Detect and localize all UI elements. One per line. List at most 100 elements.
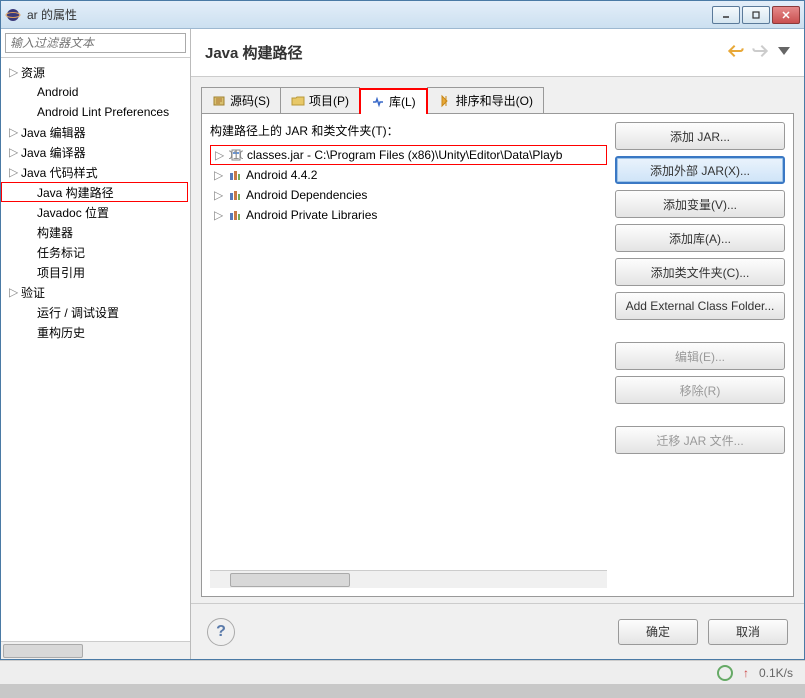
status-icon — [717, 665, 733, 681]
maximize-button[interactable] — [742, 6, 770, 24]
tree-item[interactable]: 重构历史 — [1, 322, 190, 342]
expand-icon[interactable]: ▷ — [214, 168, 224, 182]
tree-item-label: 运行 / 调试设置 — [37, 304, 119, 321]
expand-icon[interactable]: ▷ — [9, 65, 21, 79]
scroll-thumb[interactable] — [230, 573, 350, 587]
tab-icon — [212, 94, 226, 108]
tree-item[interactable]: 运行 / 调试设置 — [1, 302, 190, 322]
tree-item-label: Javadoc 位置 — [37, 204, 109, 221]
expand-icon[interactable]: ▷ — [214, 208, 224, 222]
speed-label: 0.1K/s — [759, 666, 793, 680]
tree-item[interactable]: 构建器 — [1, 222, 190, 242]
nav-arrows — [728, 43, 792, 59]
action-button[interactable]: 添加 JAR... — [615, 122, 785, 150]
tab[interactable]: 源码(S) — [201, 87, 281, 113]
scroll-thumb[interactable] — [3, 644, 83, 658]
tab-content: 构建路径上的 JAR 和类文件夹(T)： ▷010classes.jar - C… — [201, 113, 794, 597]
action-button: 编辑(E)... — [615, 342, 785, 370]
eclipse-icon — [5, 7, 21, 23]
tab-icon — [371, 95, 385, 109]
tree-item-label: Android — [37, 85, 78, 99]
ok-button[interactable]: 确定 — [618, 619, 698, 645]
tab[interactable]: 库(L) — [359, 88, 428, 114]
action-button: 移除(R) — [615, 376, 785, 404]
tab-label: 排序和导出(O) — [456, 92, 533, 109]
tree-item[interactable]: ▷Java 编译器 — [1, 142, 190, 162]
tree-item-label: Java 编译器 — [21, 144, 86, 161]
jar-icon: 010 — [229, 148, 243, 162]
main-content: 源码(S) 项目(P) 库(L) 排序和导出(O) 构建路径上的 JAR 和类文件夹(… — [191, 77, 804, 603]
jar-scrollbar[interactable] — [210, 570, 607, 588]
lib-icon — [228, 188, 242, 202]
button-column: 添加 JAR... 添加外部 JAR(X)... 添加变量(V)... 添加库(A).… — [615, 122, 785, 588]
window-buttons — [712, 6, 800, 24]
main-panel: Java 构建路径 源码(S) 项目(P) 库(L) 排序和导出(O) 构建路径上的 … — [191, 29, 804, 659]
expand-icon[interactable]: ▷ — [9, 165, 21, 179]
tab[interactable]: 排序和导出(O) — [427, 87, 544, 113]
upload-icon: ↑ — [743, 666, 749, 680]
filter-box — [1, 29, 190, 58]
jar-list-label: 构建路径上的 JAR 和类文件夹(T)： — [210, 122, 607, 139]
help-button[interactable]: ? — [207, 618, 235, 646]
tree-item[interactable]: ▷验证 — [1, 282, 190, 302]
tab-label: 源码(S) — [230, 92, 270, 109]
footer: ? 确定 取消 — [191, 603, 804, 659]
window: ar 的属性 ▷资源AndroidAndroid Lint Preference… — [0, 0, 805, 660]
lib-icon — [228, 208, 242, 222]
jar-label: Android Private Libraries — [246, 208, 377, 222]
expand-icon[interactable]: ▷ — [9, 145, 21, 159]
tab-icon — [291, 94, 305, 108]
sidebar-scrollbar[interactable] — [1, 641, 190, 659]
tree-item[interactable]: Javadoc 位置 — [1, 202, 190, 222]
titlebar[interactable]: ar 的属性 — [1, 1, 804, 29]
tree-item[interactable]: Java 构建路径 — [1, 182, 188, 202]
jar-row[interactable]: ▷010classes.jar - C:\Program Files (x86)… — [210, 145, 607, 165]
tab-label: 项目(P) — [309, 92, 349, 109]
lib-icon — [228, 168, 242, 182]
tree-item[interactable]: ▷资源 — [1, 62, 190, 82]
main-header: Java 构建路径 — [191, 29, 804, 77]
jar-tree[interactable]: ▷010classes.jar - C:\Program Files (x86)… — [210, 145, 607, 588]
sidebar-tree[interactable]: ▷资源AndroidAndroid Lint Preferences▷Java … — [1, 58, 190, 641]
tree-item[interactable]: ▷Java 编辑器 — [1, 122, 190, 142]
tree-item[interactable]: Android — [1, 82, 190, 102]
expand-icon[interactable]: ▷ — [215, 148, 225, 162]
expand-icon[interactable]: ▷ — [9, 125, 21, 139]
tree-item-label: Android Lint Preferences — [37, 105, 169, 119]
back-icon[interactable] — [728, 43, 744, 59]
filter-input[interactable] — [5, 33, 186, 53]
expand-icon[interactable]: ▷ — [9, 285, 21, 299]
minimize-button[interactable] — [712, 6, 740, 24]
jar-list-panel: 构建路径上的 JAR 和类文件夹(T)： ▷010classes.jar - C… — [210, 122, 607, 588]
close-button[interactable] — [772, 6, 800, 24]
jar-label: Android 4.4.2 — [246, 168, 317, 182]
action-button[interactable]: 添加类文件夹(C)... — [615, 258, 785, 286]
action-button[interactable]: 添加外部 JAR(X)... — [615, 156, 785, 184]
tree-item[interactable]: Android Lint Preferences — [1, 102, 190, 122]
tabs: 源码(S) 项目(P) 库(L) 排序和导出(O) — [201, 87, 794, 113]
jar-row[interactable]: ▷ Android Private Libraries — [210, 205, 607, 225]
action-button[interactable]: 添加库(A)... — [615, 224, 785, 252]
svg-text:010: 010 — [229, 148, 243, 162]
tree-item[interactable]: 任务标记 — [1, 242, 190, 262]
jar-row[interactable]: ▷ Android 4.4.2 — [210, 165, 607, 185]
menu-chevron-icon[interactable] — [776, 43, 792, 59]
tab[interactable]: 项目(P) — [280, 87, 360, 113]
tree-item[interactable]: 项目引用 — [1, 262, 190, 282]
jar-label: Android Dependencies — [246, 188, 367, 202]
window-title: ar 的属性 — [27, 6, 712, 23]
tab-label: 库(L) — [389, 93, 416, 110]
jar-row[interactable]: ▷ Android Dependencies — [210, 185, 607, 205]
cancel-button[interactable]: 取消 — [708, 619, 788, 645]
tree-item-label: Java 构建路径 — [37, 184, 114, 201]
statusbar: ↑ 0.1K/s — [0, 660, 805, 684]
action-button: 迁移 JAR 文件... — [615, 426, 785, 454]
tree-item[interactable]: ▷Java 代码样式 — [1, 162, 190, 182]
expand-icon[interactable]: ▷ — [214, 188, 224, 202]
tree-item-label: 资源 — [21, 64, 45, 81]
window-body: ▷资源AndroidAndroid Lint Preferences▷Java … — [1, 29, 804, 659]
tab-icon — [438, 94, 452, 108]
action-button[interactable]: 添加变量(V)... — [615, 190, 785, 218]
action-button[interactable]: Add External Class Folder... — [615, 292, 785, 320]
forward-icon[interactable] — [752, 43, 768, 59]
